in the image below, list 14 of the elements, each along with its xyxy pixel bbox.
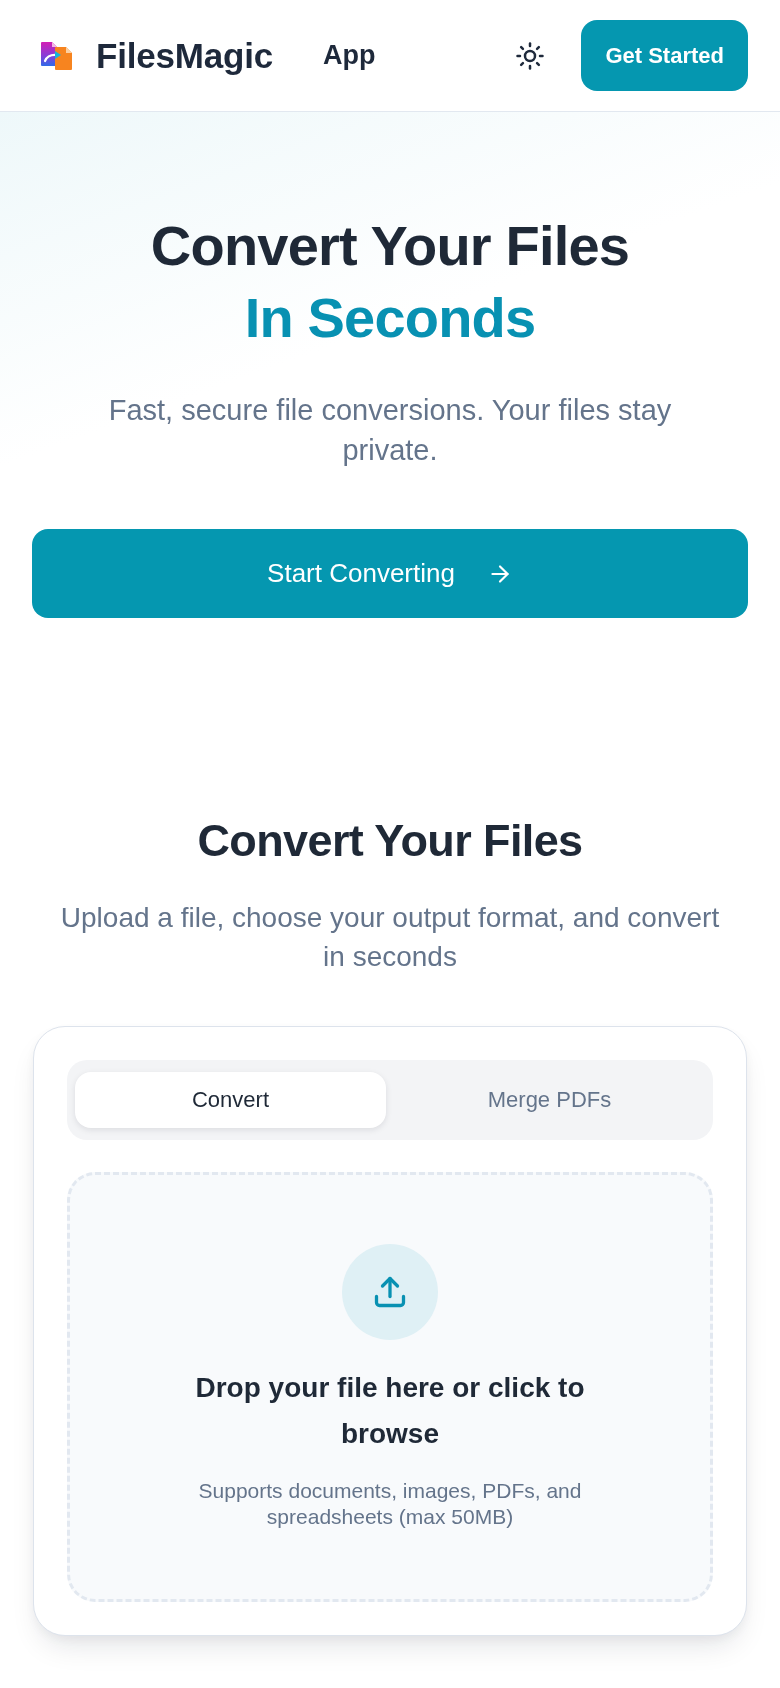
nav-link[interactable]: App <box>322 40 376 71</box>
brand-name: FilesMagic <box>96 35 273 76</box>
section-title: Convert Your Files <box>197 814 583 868</box>
dropzone-title: Drop your file here or click to browse <box>194 1371 586 1451</box>
hero-title-highlight: In Seconds <box>244 285 536 351</box>
section-subtitle: Upload a file, choose your output format, and convert in seconds <box>59 901 721 974</box>
tab[interactable]: Convert <box>75 1072 386 1128</box>
hero-title: Convert Your Files <box>150 213 630 279</box>
sun-icon <box>515 40 546 71</box>
hero-subtitle: Fast, secure file conversions. Your files stay private. <box>107 393 673 468</box>
dropzone-hint: Supports documents, images, PDFs, and spreadsheets (max 50MB) <box>197 1478 583 1530</box>
file-dropzone[interactable]: Drop your file here or click to browse Supports documents, images, PDFs, and spreadsheets (max 50MB) <box>67 1172 713 1602</box>
tab[interactable]: Merge PDFs <box>394 1072 705 1128</box>
logo-icon <box>40 40 74 71</box>
